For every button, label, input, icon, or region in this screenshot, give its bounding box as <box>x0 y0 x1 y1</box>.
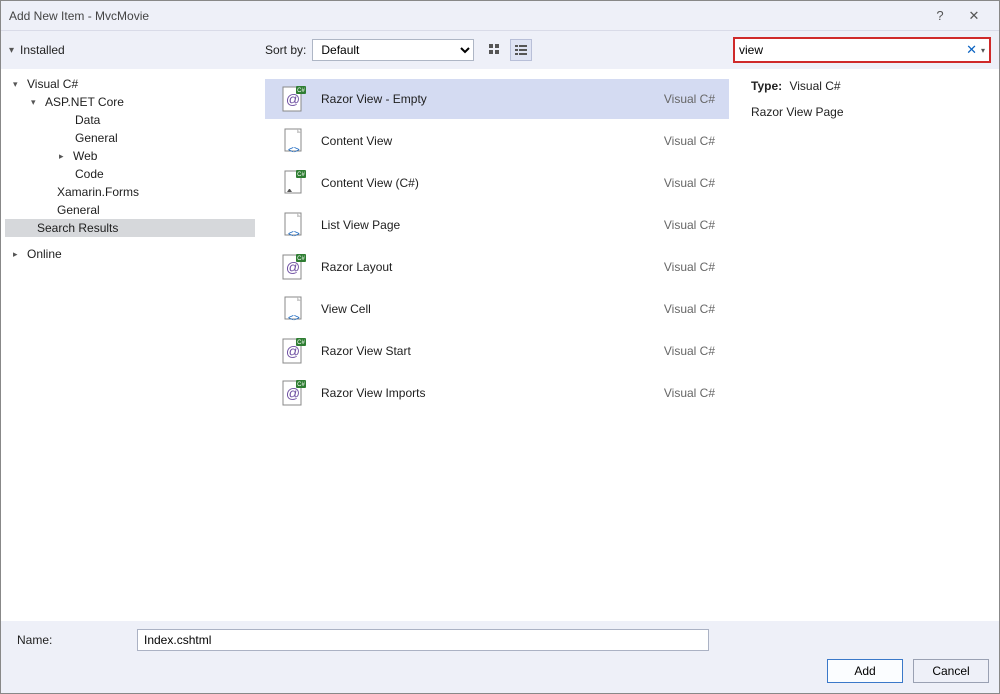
bottom-bar: Name: Add Cancel <box>1 621 999 693</box>
svg-text:C#: C# <box>297 172 305 178</box>
template-name: Razor Layout <box>321 260 650 274</box>
tree-node-search-results[interactable]: Search Results <box>5 219 255 237</box>
list-item[interactable]: <> View Cell Visual C# <box>265 289 729 329</box>
template-name: Razor View - Empty <box>321 92 650 106</box>
dialog-buttons: Add Cancel <box>11 659 989 683</box>
tree-node-general-2[interactable]: General <box>5 201 255 219</box>
tree-node-data[interactable]: Data <box>5 111 255 129</box>
list-item[interactable]: <> Content View Visual C# <box>265 121 729 161</box>
name-label: Name: <box>11 633 127 647</box>
list-item[interactable]: <> List View Page Visual C# <box>265 205 729 245</box>
toolbar: ▾ Installed Sort by: Default ✕ ▾ <box>1 31 999 69</box>
type-value: Visual C# <box>789 79 840 93</box>
name-input[interactable] <box>137 629 709 651</box>
tree-node-aspnet-core[interactable]: ▾ASP.NET Core <box>5 93 255 111</box>
tree-node-code[interactable]: Code <box>5 165 255 183</box>
tree-node-visual-csharp[interactable]: ▾Visual C# <box>5 75 255 93</box>
list-item[interactable]: @C# Razor View Start Visual C# <box>265 331 729 371</box>
type-label: Type: <box>751 79 782 93</box>
collapse-icon: ▾ <box>9 45 14 56</box>
svg-text:C#: C# <box>297 340 305 346</box>
name-row: Name: <box>11 629 989 651</box>
template-lang: Visual C# <box>664 218 715 232</box>
list-item[interactable]: C# Content View (C#) Visual C# <box>265 163 729 203</box>
search-input[interactable] <box>739 43 962 57</box>
svg-text:<>: <> <box>288 313 300 323</box>
tree-node-online[interactable]: ▸Online <box>5 245 255 263</box>
close-button[interactable]: ✕ <box>957 8 991 24</box>
category-tree: ▾Visual C# ▾ASP.NET Core Data General ▸W… <box>1 69 259 621</box>
tree-node-xamarin-forms[interactable]: Xamarin.Forms <box>5 183 255 201</box>
list-view-icon[interactable] <box>510 39 532 61</box>
titlebar: Add New Item - MvcMovie ? ✕ <box>1 1 999 31</box>
template-lang: Visual C# <box>664 260 715 274</box>
razor-layout-icon: @C# <box>279 253 307 281</box>
sort-dropdown[interactable]: Default <box>312 39 474 61</box>
clear-search-icon[interactable]: ✕ <box>966 42 977 58</box>
template-name: Content View <box>321 134 650 148</box>
tree-root-label: Installed <box>20 43 65 57</box>
template-lang: Visual C# <box>664 92 715 106</box>
cancel-button[interactable]: Cancel <box>913 659 989 683</box>
template-name: List View Page <box>321 218 650 232</box>
content-view-cs-icon: C# <box>279 169 307 197</box>
template-name: Razor View Imports <box>321 386 650 400</box>
window-title: Add New Item - MvcMovie <box>9 9 923 23</box>
grid-view-icon[interactable] <box>484 39 506 61</box>
main-area: ▾Visual C# ▾ASP.NET Core Data General ▸W… <box>1 69 999 621</box>
razor-view-start-icon: @C# <box>279 337 307 365</box>
template-name: Content View (C#) <box>321 176 650 190</box>
search-dropdown-icon[interactable]: ▾ <box>981 46 985 55</box>
razor-view-imports-icon: @C# <box>279 379 307 407</box>
template-name: View Cell <box>321 302 650 316</box>
view-cell-icon: <> <box>279 295 307 323</box>
detail-pane: Type: Visual C# Razor View Page <box>735 69 999 621</box>
content-view-icon: <> <box>279 127 307 155</box>
help-button[interactable]: ? <box>923 8 957 23</box>
svg-text:<>: <> <box>288 229 300 239</box>
template-name: Razor View Start <box>321 344 650 358</box>
sort-label: Sort by: <box>265 43 306 57</box>
sort-row: Sort by: Default ✕ ▾ <box>265 37 991 63</box>
list-item[interactable]: @C# Razor View - Empty Visual C# <box>265 79 729 119</box>
list-item[interactable]: @C# Razor Layout Visual C# <box>265 247 729 287</box>
list-item[interactable]: @C# Razor View Imports Visual C# <box>265 373 729 413</box>
view-mode-icons <box>484 39 532 61</box>
tree-node-web[interactable]: ▸Web <box>5 147 255 165</box>
template-lang: Visual C# <box>664 176 715 190</box>
tree-node-general[interactable]: General <box>5 129 255 147</box>
template-lang: Visual C# <box>664 134 715 148</box>
add-button[interactable]: Add <box>827 659 903 683</box>
template-description: Razor View Page <box>751 105 983 119</box>
svg-text:<>: <> <box>288 145 300 155</box>
svg-text:C#: C# <box>297 88 305 94</box>
tree-root-header[interactable]: ▾ Installed <box>9 43 259 57</box>
template-lang: Visual C# <box>664 302 715 316</box>
razor-view-icon: @C# <box>279 85 307 113</box>
template-lang: Visual C# <box>664 386 715 400</box>
list-view-page-icon: <> <box>279 211 307 239</box>
svg-text:C#: C# <box>297 382 305 388</box>
template-list: @C# Razor View - Empty Visual C# <> Cont… <box>259 69 735 621</box>
svg-text:C#: C# <box>297 256 305 262</box>
search-box[interactable]: ✕ ▾ <box>733 37 991 63</box>
template-lang: Visual C# <box>664 344 715 358</box>
